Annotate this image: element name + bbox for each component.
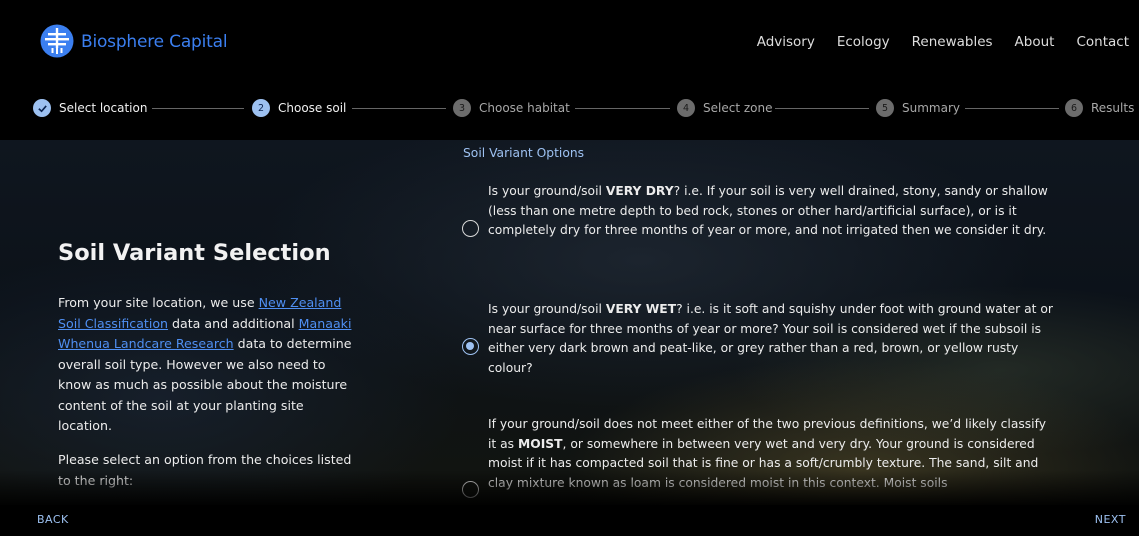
step-divider [152,108,244,109]
nav-contact[interactable]: Contact [1076,34,1129,50]
option-very-dry[interactable]: Is your ground/soil VERY DRY? i.e. If yo… [462,182,1062,262]
step-label: Select location [59,101,148,115]
nav-renewables[interactable]: Renewables [912,34,993,50]
step-label: Summary [902,101,960,115]
progress-stepper: Select location 2 Choose soil 3 Choose h… [0,90,1139,126]
intro-text: data and additional [168,315,299,331]
option-very-wet[interactable]: Is your ground/soil VERY WET? i.e. is it… [462,300,1062,380]
nav-ecology[interactable]: Ecology [837,34,890,50]
checkmark-icon [33,99,51,117]
step-label: Choose soil [278,101,347,115]
step-summary[interactable]: 5 Summary [876,99,960,117]
step-divider [352,108,446,109]
main-nav: Advisory Ecology Renewables About Contac… [735,34,1129,50]
intro-paragraph: From your site location, we use New Zeal… [58,293,358,437]
biosphere-logo-icon[interactable] [40,24,74,58]
next-button[interactable]: NEXT [1095,513,1126,526]
step-number: 2 [252,99,270,117]
step-label: Select zone [703,101,773,115]
step-divider [965,108,1059,109]
page-title: Soil Variant Selection [58,240,331,266]
option-keyword: VERY DRY [605,184,674,198]
step-number: 6 [1065,99,1083,117]
step-choose-soil[interactable]: 2 Choose soil [252,99,346,117]
option-keyword: VERY WET [605,302,677,316]
step-label: Results [1091,101,1135,115]
intro-text: From your site location, we use [58,295,259,310]
step-number: 5 [876,99,894,117]
option-text-pre: Is your ground/soil [488,302,606,316]
nav-about[interactable]: About [1015,34,1055,50]
step-divider [775,108,869,109]
brand-name[interactable]: Biosphere Capital [81,32,228,52]
option-keyword: MOIST [518,436,563,451]
step-number: 3 [453,99,471,117]
step-select-location[interactable]: Select location [33,99,147,117]
step-choose-habitat[interactable]: 3 Choose habitat [453,99,570,117]
options-heading: Soil Variant Options [463,146,585,160]
nav-advisory[interactable]: Advisory [757,34,815,50]
app-frame: Biosphere Capital Advisory Ecology Renew… [0,0,1139,536]
bottom-fade [0,470,1139,506]
step-results[interactable]: 6 Results [1065,99,1134,117]
radio-very-wet[interactable] [462,338,479,355]
step-divider [575,108,670,109]
option-text: Is your ground/soil VERY WET? i.e. is it… [488,300,1058,378]
radio-very-dry[interactable] [462,220,479,237]
option-text: Is your ground/soil VERY DRY? i.e. If yo… [488,182,1058,241]
site-header: Biosphere Capital Advisory Ecology Renew… [0,10,1139,80]
back-button[interactable]: BACK [37,513,69,526]
step-number: 4 [677,99,695,117]
step-label: Choose habitat [479,101,570,115]
step-select-zone[interactable]: 4 Select zone [677,99,772,117]
option-text-pre: Is your ground/soil [488,184,606,198]
